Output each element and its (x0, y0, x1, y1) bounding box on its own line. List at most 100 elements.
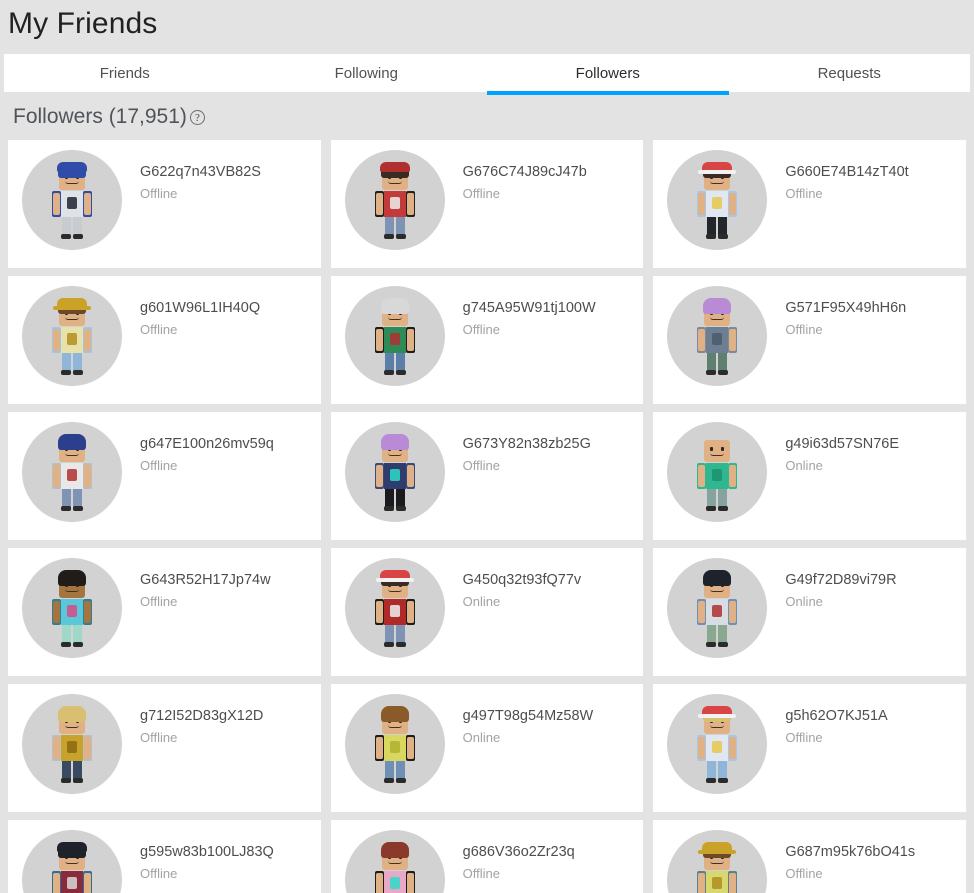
avatar[interactable] (344, 694, 445, 794)
follower-card[interactable]: g595w83b100LJ83Q Offline (8, 820, 321, 893)
avatar[interactable] (22, 694, 122, 794)
follower-status: Offline (140, 458, 178, 473)
follower-status: Offline (785, 322, 823, 337)
avatar-figure-icon (667, 830, 767, 893)
avatar[interactable] (667, 422, 768, 522)
tab-followers[interactable]: Followers (487, 54, 729, 95)
avatar-figure-icon (667, 694, 767, 794)
follower-card[interactable]: G622q7n43VB82S Offline (8, 140, 321, 268)
avatar[interactable] (667, 694, 768, 794)
avatar-figure-icon (345, 694, 445, 794)
follower-username[interactable]: G676C74J89cJ47b (463, 163, 587, 181)
avatar[interactable] (344, 286, 445, 386)
follower-username[interactable]: G450q32t93fQ77v (463, 571, 582, 589)
avatar[interactable] (22, 830, 122, 893)
avatar-figure-icon (22, 694, 122, 794)
tab-requests[interactable]: Requests (729, 54, 971, 92)
avatar[interactable] (667, 558, 768, 658)
follower-info: g686V36o2Zr23q Offline (445, 830, 575, 883)
avatar[interactable] (344, 558, 445, 658)
avatar[interactable] (344, 150, 445, 250)
avatar[interactable] (667, 286, 768, 386)
follower-card[interactable]: G660E74B14zT40t Offline (653, 140, 966, 268)
avatar-figure-icon (22, 150, 122, 250)
follower-info: G673Y82n38zb25G Offline (445, 422, 591, 475)
follower-username[interactable]: G673Y82n38zb25G (463, 435, 591, 453)
follower-username[interactable]: g49i63d57SN76E (785, 435, 899, 453)
follower-info: G676C74J89cJ47b Offline (445, 150, 587, 203)
follower-status: Offline (785, 730, 823, 745)
follower-username[interactable]: G49f72D89vi79R (785, 571, 896, 589)
question-mark-circle-icon[interactable]: ? (189, 110, 205, 125)
avatar-figure-icon (345, 286, 445, 386)
follower-username[interactable]: G687m95k76bO41s (785, 843, 915, 861)
follower-card[interactable]: g49i63d57SN76E Online (653, 412, 966, 540)
follower-status: Online (462, 730, 501, 745)
follower-status: Online (785, 594, 823, 609)
follower-info: g497T98g54Mz58W Online (445, 694, 594, 747)
avatar[interactable] (344, 422, 445, 522)
follower-status: Offline (785, 186, 823, 201)
follower-card[interactable]: G643R52H17Jp74w Offline (8, 548, 321, 676)
follower-info: g595w83b100LJ83Q Offline (122, 830, 274, 883)
avatar-figure-icon (345, 150, 445, 250)
follower-info: G643R52H17Jp74w Offline (122, 558, 271, 611)
follower-status: Offline (140, 730, 178, 745)
follower-info: g49i63d57SN76E Online (767, 422, 899, 475)
follower-username[interactable]: g5h62O7KJ51A (785, 707, 887, 725)
follower-status: Online (785, 458, 823, 473)
avatar[interactable] (22, 286, 122, 386)
follower-card[interactable]: g686V36o2Zr23q Offline (330, 820, 644, 893)
follower-status: Offline (140, 866, 178, 881)
follower-card[interactable]: g497T98g54Mz58W Online (330, 684, 644, 812)
follower-username[interactable]: g497T98g54Mz58W (463, 707, 594, 725)
avatar[interactable] (22, 422, 122, 522)
avatar-figure-icon (667, 558, 767, 658)
follower-card[interactable]: G571F95X49hH6n Offline (653, 276, 966, 404)
follower-status: Offline (140, 186, 178, 201)
follower-card[interactable]: g601W96L1IH40Q Offline (8, 276, 321, 404)
follower-card[interactable]: G676C74J89cJ47b Offline (330, 140, 644, 268)
tab-bar: Friends Following Followers Requests (4, 54, 971, 95)
friends-page: My Friends Friends Following Followers Requ… (0, 0, 974, 893)
follower-card[interactable]: g5h62O7KJ51A Offline (653, 684, 966, 812)
follower-card[interactable]: G673Y82n38zb25G Offline (330, 412, 644, 540)
avatar[interactable] (667, 830, 768, 893)
follower-username[interactable]: G660E74B14zT40t (785, 163, 908, 181)
follower-status: Offline (462, 866, 500, 881)
follower-card[interactable]: g647E100n26mv59q Offline (8, 412, 321, 540)
follower-info: G571F95X49hH6n Offline (767, 286, 906, 339)
followers-count-label: Followers (17,951) (13, 105, 187, 128)
avatar-figure-icon (22, 558, 122, 658)
follower-info: g745A95W91tj100W Offline (445, 286, 596, 339)
follower-username[interactable]: g595w83b100LJ83Q (140, 843, 274, 861)
follower-username[interactable]: g686V36o2Zr23q (463, 843, 575, 861)
tab-following[interactable]: Following (246, 54, 488, 92)
follower-card[interactable]: g712I52D83gX12D Offline (8, 684, 321, 812)
avatar-figure-icon (667, 422, 767, 522)
avatar-figure-icon (667, 286, 767, 386)
follower-username[interactable]: G643R52H17Jp74w (140, 571, 271, 589)
follower-info: G49f72D89vi79R Online (767, 558, 896, 611)
avatar[interactable] (22, 150, 122, 250)
follower-username[interactable]: g601W96L1IH40Q (140, 299, 260, 317)
avatar[interactable] (344, 830, 445, 893)
follower-username[interactable]: G622q7n43VB82S (140, 163, 261, 181)
follower-status: Offline (462, 458, 500, 473)
follower-card[interactable]: G49f72D89vi79R Online (653, 548, 966, 676)
follower-card[interactable]: g745A95W91tj100W Offline (330, 276, 644, 404)
follower-username[interactable]: g745A95W91tj100W (463, 299, 596, 317)
follower-username[interactable]: G571F95X49hH6n (785, 299, 906, 317)
avatar[interactable] (22, 558, 122, 658)
follower-status: Offline (785, 866, 823, 881)
follower-card[interactable]: G687m95k76bO41s Offline (653, 820, 966, 893)
follower-username[interactable]: g647E100n26mv59q (140, 435, 274, 453)
follower-info: g5h62O7KJ51A Offline (767, 694, 887, 747)
section-heading: Followers (17,951) ? (13, 106, 205, 127)
tab-friends[interactable]: Friends (4, 54, 246, 92)
follower-status: Offline (462, 186, 500, 201)
follower-card[interactable]: G450q32t93fQ77v Online (330, 548, 644, 676)
avatar[interactable] (667, 150, 768, 250)
followers-grid: G622q7n43VB82S Offline G676C74J89cJ47b Offl… (0, 140, 974, 893)
follower-username[interactable]: g712I52D83gX12D (140, 707, 263, 725)
